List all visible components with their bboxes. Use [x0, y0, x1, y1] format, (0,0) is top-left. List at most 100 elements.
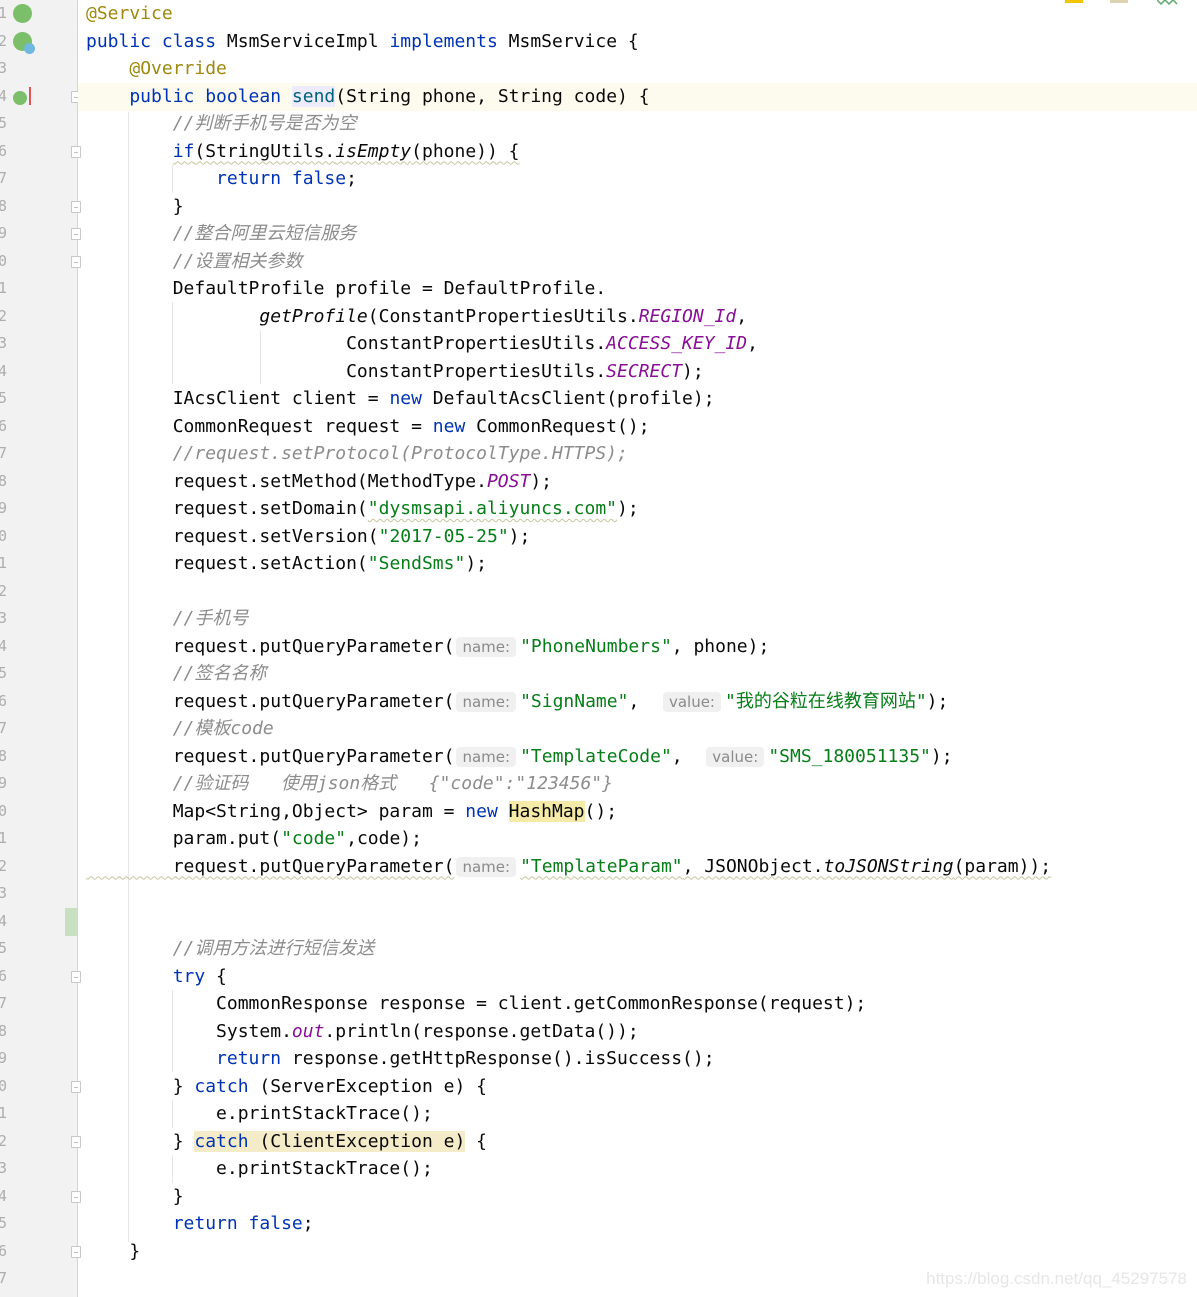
line-number[interactable]: 0 [0, 1073, 10, 1101]
code-line[interactable]: public boolean send(String phone, String… [86, 83, 1051, 111]
line-number[interactable]: 2 [0, 1128, 10, 1156]
line-number[interactable]: 6 [0, 413, 10, 441]
code-line[interactable]: return false; [86, 165, 1051, 193]
line-number[interactable]: 3 [0, 880, 10, 908]
code-line[interactable]: getProfile(ConstantPropertiesUtils.REGIO… [86, 303, 1051, 331]
code-line[interactable]: return response.getHttpResponse().isSucc… [86, 1045, 1051, 1073]
code-line[interactable]: //调用方法进行短信发送 [86, 935, 1051, 963]
warning-indicator-icon[interactable] [1065, 0, 1083, 3]
weak-warning-indicator-icon[interactable] [1110, 0, 1128, 3]
line-number[interactable]: 0 [0, 523, 10, 551]
code-line[interactable]: param.put("code",code); [86, 825, 1051, 853]
code-line[interactable]: //整合阿里云短信服务 [86, 220, 1051, 248]
vcs-change-marker[interactable] [65, 908, 77, 936]
code-line[interactable]: Map<String,Object> param = new HashMap()… [86, 798, 1051, 826]
line-number[interactable]: 8 [0, 468, 10, 496]
code-line[interactable]: request.setDomain("dysmsapi.aliyuncs.com… [86, 495, 1051, 523]
code-line[interactable]: } catch (ClientException e) { [86, 1128, 1051, 1156]
line-number[interactable]: 9 [0, 1045, 10, 1073]
code-line[interactable]: DefaultProfile profile = DefaultProfile. [86, 275, 1051, 303]
line-number[interactable]: 7 [0, 990, 10, 1018]
line-number[interactable]: 0 [0, 798, 10, 826]
line-number[interactable]: 4 [0, 633, 10, 661]
line-number[interactable]: 2 [0, 853, 10, 881]
fold-marker-icon[interactable] [71, 255, 81, 268]
line-number[interactable]: 4 [0, 358, 10, 386]
line-number[interactable]: 6 [0, 963, 10, 991]
code-line[interactable]: //判断手机号是否为空 [86, 110, 1051, 138]
code-line[interactable]: request.putQueryParameter(name: "Template… [86, 743, 1051, 771]
line-number[interactable]: 7 [0, 165, 10, 193]
line-number[interactable]: 4 [0, 1183, 10, 1211]
line-number[interactable]: 4 [0, 908, 10, 936]
line-number[interactable]: 1 [0, 825, 10, 853]
code-editor[interactable]: @Service public class MsmServiceImpl impl… [86, 0, 1051, 1265]
fold-marker-icon[interactable] [71, 228, 81, 240]
code-line[interactable]: CommonRequest request = new CommonReques… [86, 413, 1051, 441]
code-line[interactable]: @Service [86, 0, 1051, 28]
line-number[interactable]: 5 [0, 935, 10, 963]
code-line[interactable]: CommonResponse response = client.getComm… [86, 990, 1051, 1018]
typo-indicator-icon[interactable] [1157, 0, 1179, 6]
code-line[interactable]: //签名名称 [86, 660, 1051, 688]
line-number[interactable]: 5 [0, 110, 10, 138]
code-line[interactable] [86, 880, 1051, 908]
code-line[interactable] [86, 578, 1051, 606]
line-number[interactable]: 8 [0, 193, 10, 221]
line-number[interactable]: 3 [0, 330, 10, 358]
code-line[interactable]: request.putQueryParameter(name: "PhoneNum… [86, 633, 1051, 661]
line-number[interactable]: 5 [0, 660, 10, 688]
line-number[interactable]: 9 [0, 495, 10, 523]
line-number[interactable]: 8 [0, 743, 10, 771]
fold-marker-icon[interactable] [71, 1135, 81, 1148]
fold-marker-icon[interactable] [71, 200, 81, 213]
line-number[interactable]: 2 [0, 28, 10, 56]
line-number[interactable]: 1 [0, 550, 10, 578]
line-number[interactable]: 7 [0, 715, 10, 743]
code-line[interactable]: } [86, 1183, 1051, 1211]
line-number[interactable]: 3 [0, 1155, 10, 1183]
line-number[interactable]: 5 [0, 1210, 10, 1238]
code-line[interactable]: public class MsmServiceImpl implements M… [86, 28, 1051, 56]
line-number[interactable]: 7 [0, 440, 10, 468]
code-line[interactable]: ConstantPropertiesUtils.SECRECT); [86, 358, 1051, 386]
code-line[interactable]: request.setMethod(MethodType.POST); [86, 468, 1051, 496]
code-line[interactable]: //设置相关参数 [86, 248, 1051, 276]
line-number[interactable]: 3 [0, 55, 10, 83]
code-line[interactable]: request.setAction("SendSms"); [86, 550, 1051, 578]
fold-marker-icon[interactable] [71, 1080, 81, 1093]
code-line[interactable]: try { [86, 963, 1051, 991]
line-number[interactable]: 1 [0, 0, 10, 28]
code-line[interactable]: return false; [86, 1210, 1051, 1238]
spring-class-icon[interactable] [13, 32, 35, 54]
line-number[interactable]: 6 [0, 688, 10, 716]
code-line[interactable]: } catch (ServerException e) { [86, 1073, 1051, 1101]
line-number[interactable]: 1 [0, 275, 10, 303]
fold-marker-icon[interactable] [71, 1245, 81, 1258]
line-number[interactable]: 4 [0, 83, 10, 111]
fold-marker-icon[interactable] [71, 1190, 81, 1203]
line-number[interactable]: 9 [0, 220, 10, 248]
fold-marker-icon[interactable] [71, 145, 81, 158]
code-line[interactable]: //验证码 使用json格式 {"code":"123456"} [86, 770, 1051, 798]
code-line[interactable]: @Override [86, 55, 1051, 83]
code-line[interactable]: System.out.println(response.getData()); [86, 1018, 1051, 1046]
line-number[interactable]: 9 [0, 770, 10, 798]
line-number[interactable]: 2 [0, 303, 10, 331]
code-line[interactable]: //手机号 [86, 605, 1051, 633]
code-line[interactable]: request.setVersion("2017-05-25"); [86, 523, 1051, 551]
implements-method-icon[interactable] [13, 87, 31, 105]
line-number[interactable]: 6 [0, 138, 10, 166]
fold-marker-icon[interactable] [71, 970, 81, 983]
line-number[interactable]: 1 [0, 1100, 10, 1128]
code-line[interactable]: e.printStackTrace(); [86, 1155, 1051, 1183]
line-number[interactable]: 7 [0, 1265, 10, 1293]
code-line[interactable]: IAcsClient client = new DefaultAcsClient… [86, 385, 1051, 413]
code-line[interactable]: //模板code [86, 715, 1051, 743]
line-number[interactable]: 2 [0, 578, 10, 606]
code-line[interactable]: request.putQueryParameter(name: "Template… [86, 853, 1051, 881]
code-line[interactable] [86, 908, 1051, 936]
code-line[interactable]: ConstantPropertiesUtils.ACCESS_KEY_ID, [86, 330, 1051, 358]
line-number[interactable]: 3 [0, 605, 10, 633]
line-number[interactable]: 5 [0, 385, 10, 413]
